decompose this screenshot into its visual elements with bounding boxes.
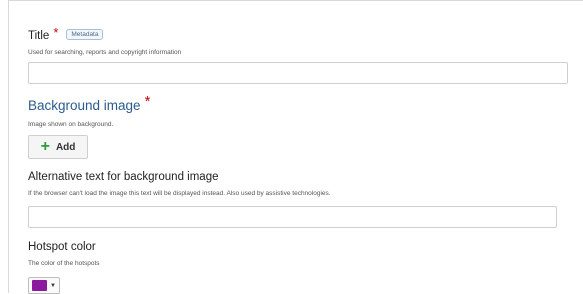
caret-down-icon: ▼ xyxy=(50,282,56,289)
background-image-label: Background image xyxy=(28,98,141,113)
title-label: Title xyxy=(28,29,50,42)
required-mark: * xyxy=(53,25,59,40)
title-field: Title * Metadata Used for searching, rep… xyxy=(28,25,182,56)
add-button-label: Add xyxy=(55,141,76,153)
hotspot-color-description: The color of the hotspots xyxy=(28,260,100,267)
color-swatch xyxy=(32,280,47,291)
alt-text-field: Alternative text for background image If… xyxy=(28,171,331,197)
hotspot-color-field: Hotspot color The color of the hotspots xyxy=(28,241,100,267)
metadata-button[interactable]: Metadata xyxy=(66,29,104,40)
background-image-field: Background image * Image shown on backgr… xyxy=(28,93,150,128)
plus-icon: + xyxy=(40,138,50,155)
title-input[interactable] xyxy=(28,62,568,84)
add-image-button[interactable]: + Add xyxy=(28,135,88,159)
alt-text-input[interactable] xyxy=(28,206,557,228)
color-picker-button[interactable]: ▼ xyxy=(28,277,60,294)
alt-text-description: If the browser can't load the image this… xyxy=(28,190,331,197)
background-image-description: Image shown on background. xyxy=(28,121,114,128)
title-description: Used for searching, reports and copyrigh… xyxy=(28,49,182,56)
alt-text-label: Alternative text for background image xyxy=(28,171,219,183)
required-mark: * xyxy=(144,93,151,110)
form-panel: Title * Metadata Used for searching, rep… xyxy=(8,0,583,294)
hotspot-color-label: Hotspot color xyxy=(28,241,96,253)
